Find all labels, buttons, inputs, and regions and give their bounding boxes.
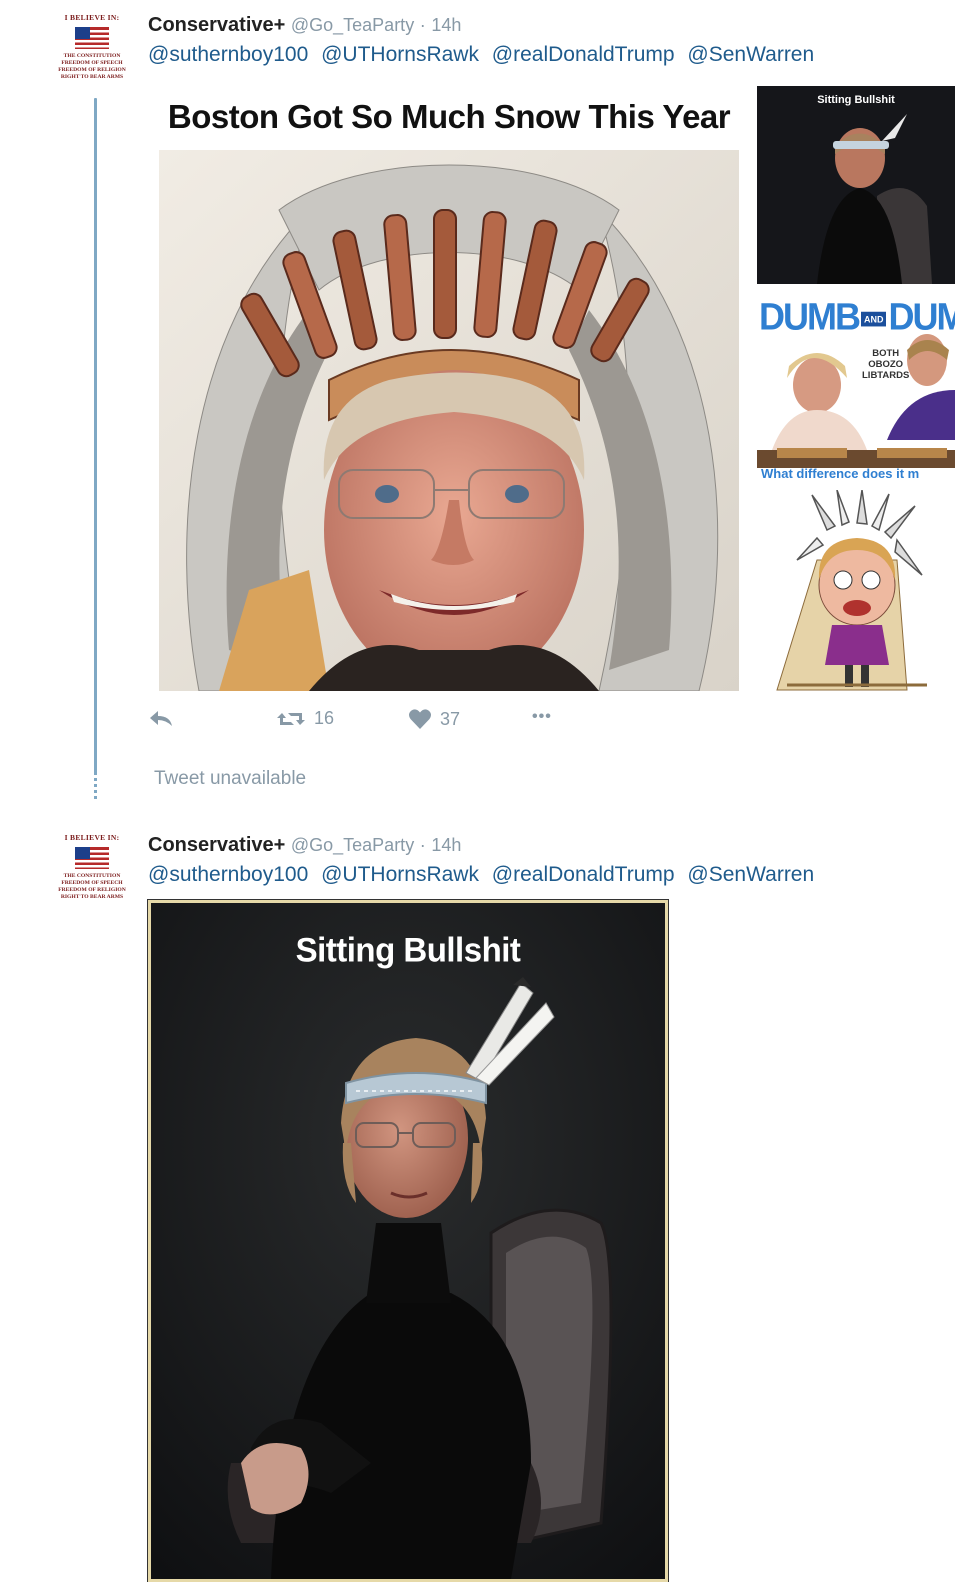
author-handle[interactable]: @Go_TeaParty xyxy=(291,15,414,35)
mention-link[interactable]: @realDonaldTrump xyxy=(492,43,675,66)
timestamp[interactable]: 14h xyxy=(431,835,461,855)
avatar-motto: FREEDOM OF SPEECH xyxy=(61,59,123,66)
tweet-image[interactable]: Sitting Bullshit xyxy=(147,899,669,1582)
avatar-heading: I BELIEVE IN: xyxy=(64,833,120,842)
like-count: 37 xyxy=(440,708,461,729)
mention-link[interactable]: @UTHornsRawk xyxy=(321,863,479,886)
tweet-image-thumb[interactable]: Sitting Bullshit xyxy=(757,86,955,284)
like-button[interactable]: 37 xyxy=(408,708,460,730)
separator: · xyxy=(419,835,426,855)
tweet-header: Conservative+ @Go_TeaParty · 14h xyxy=(148,12,461,38)
caption-line: OBOZO xyxy=(868,359,904,370)
avatar-motto: RIGHT TO BEAR ARMS xyxy=(60,73,124,80)
author-name[interactable]: Conservative+ xyxy=(148,834,285,856)
reply-icon xyxy=(150,711,172,726)
avatar-motto: THE CONSTITUTION xyxy=(63,52,121,59)
sitting-photo-small xyxy=(757,86,955,284)
flag-icon xyxy=(75,846,109,869)
caption-line: BOTH xyxy=(872,348,900,359)
more-button[interactable]: ••• xyxy=(532,708,552,726)
avatar-motto: FREEDOM OF RELIGION xyxy=(58,66,126,73)
meme-title: Boston Got So Much Snow This Year xyxy=(167,98,731,135)
separator: · xyxy=(419,15,426,35)
reply-button[interactable] xyxy=(148,708,182,728)
avatar-motto: THE CONSTITUTION xyxy=(63,872,121,879)
mention-link[interactable]: @realDonaldTrump xyxy=(492,863,675,886)
mentions: @suthernboy100 @UTHornsRawk @realDonaldT… xyxy=(148,862,821,888)
tweet-actions: 16 37 ••• xyxy=(148,708,588,744)
flag-icon xyxy=(75,26,109,49)
mention-link[interactable]: @suthernboy100 xyxy=(148,43,308,66)
timestamp[interactable]: 14h xyxy=(431,15,461,35)
heart-icon xyxy=(408,709,432,729)
retweet-icon xyxy=(277,712,305,725)
mentions: @suthernboy100 @UTHornsRawk @realDonaldT… xyxy=(148,42,821,68)
thread-line xyxy=(94,98,97,800)
mention-link[interactable]: @SenWarren xyxy=(687,43,814,66)
mention-link[interactable]: @SenWarren xyxy=(687,863,814,886)
retweet-count: 16 xyxy=(314,708,335,728)
caption-line: LIBTARDS xyxy=(862,370,910,381)
thumb-title: Sitting Bullshit xyxy=(817,94,895,106)
thumb-footer: What difference does it m xyxy=(761,466,920,481)
tweet-image-main[interactable]: Boston Got So Much Snow This Year xyxy=(154,84,744,694)
thumb-caption: BOTH OBOZO LIBTARDS xyxy=(862,348,909,381)
avatar[interactable]: I BELIEVE IN: THE CONSTITUTION FREEDOM O… xyxy=(50,12,134,90)
tweet-image-thumb[interactable] xyxy=(757,490,955,692)
mention-link[interactable]: @UTHornsRawk xyxy=(321,43,479,66)
caricature-drawing xyxy=(757,490,955,692)
meme-title: Sitting Bullshit xyxy=(295,930,521,969)
author-name[interactable]: Conservative+ xyxy=(148,14,285,36)
avatar-motto: FREEDOM OF SPEECH xyxy=(61,879,123,886)
avatar[interactable]: I BELIEVE IN: THE CONSTITUTION FREEDOM O… xyxy=(50,832,134,910)
tweet-header: Conservative+ @Go_TeaParty · 14h xyxy=(148,832,461,858)
headdress-photo xyxy=(159,150,739,691)
avatar-motto: RIGHT TO BEAR ARMS xyxy=(60,893,124,900)
sitting-photo-large xyxy=(151,903,665,1579)
tweet-unavailable-notice: Tweet unavailable xyxy=(154,768,307,789)
avatar-motto: FREEDOM OF RELIGION xyxy=(58,886,126,893)
tweet[interactable]: I BELIEVE IN: THE CONSTITUTION FREEDOM O… xyxy=(0,820,980,1582)
retweet-button[interactable]: 16 xyxy=(276,708,334,729)
tweet-image-thumb[interactable]: DUMBANDDUMB BOTH OBOZO LIBTARDS What dif… xyxy=(757,290,955,486)
more-icon: ••• xyxy=(532,708,552,725)
thread-dots xyxy=(94,772,97,802)
mention-link[interactable]: @suthernboy100 xyxy=(148,863,308,886)
dumb-and-dumb-photos xyxy=(757,334,955,468)
author-handle[interactable]: @Go_TeaParty xyxy=(291,835,414,855)
avatar-heading: I BELIEVE IN: xyxy=(64,13,120,22)
tweet[interactable]: I BELIEVE IN: THE CONSTITUTION FREEDOM O… xyxy=(0,0,980,802)
